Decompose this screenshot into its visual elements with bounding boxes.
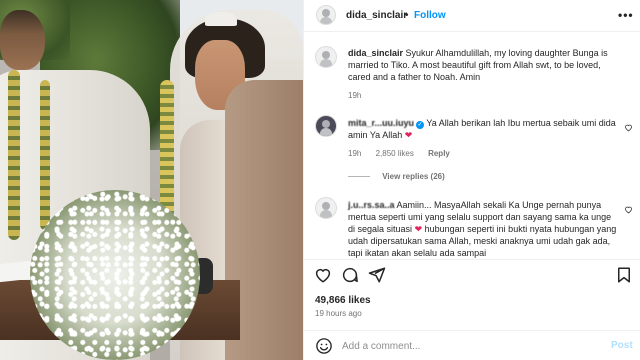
comment-body: mita_r...uu.iuyu ✓ Ya Allah berikan lah I…: [348, 117, 620, 141]
likes-count[interactable]: 49,866 likes: [315, 295, 371, 306]
photo-groom-garland: [8, 70, 20, 240]
share-icon[interactable]: [368, 266, 386, 284]
bookmark-icon[interactable]: [615, 266, 633, 284]
view-replies-button[interactable]: View replies (26): [348, 172, 445, 181]
post-panel: dida_sinclair • Follow ••• dida_sinclair…: [303, 0, 640, 360]
emoji-icon[interactable]: [315, 337, 333, 355]
like-comment-heart-icon[interactable]: [624, 205, 633, 214]
caption-body: dida_sinclair Syukur Alhamdulillah, my l…: [348, 47, 624, 83]
post-header: dida_sinclair • Follow •••: [304, 0, 640, 32]
action-bar: [304, 259, 640, 289]
caption-avatar[interactable]: [315, 46, 337, 68]
more-options-icon[interactable]: •••: [618, 8, 634, 22]
verified-badge-icon: ✓: [416, 121, 425, 129]
caption-meta: 19h: [348, 91, 373, 100]
comment-icon[interactable]: [341, 266, 359, 284]
photo-babys-breath-bouquet: [30, 190, 200, 360]
avatar[interactable]: [316, 5, 336, 25]
post-photo[interactable]: [0, 0, 303, 360]
add-comment-input[interactable]: [342, 337, 592, 355]
comment-username[interactable]: j.u..rs.sa..a: [348, 200, 395, 210]
comment-likes[interactable]: 2,850 likes: [376, 149, 414, 158]
comment-avatar[interactable]: [315, 115, 337, 137]
header-username[interactable]: dida_sinclair: [346, 10, 407, 21]
comment-meta: 19h 2,850 likes Reply: [348, 149, 462, 158]
post-comment-button[interactable]: Post: [611, 340, 633, 351]
photo-jasmine-garland: [160, 80, 174, 220]
comment-avatar[interactable]: [315, 197, 337, 219]
photo-tiara: [205, 12, 237, 26]
photo-groom-head: [0, 10, 45, 70]
comment-username[interactable]: mita_r...uu.iuyu: [348, 118, 414, 128]
reply-button[interactable]: Reply: [428, 149, 450, 158]
caption-username[interactable]: dida_sinclair: [348, 48, 403, 58]
caption-time: 19h: [348, 91, 362, 100]
add-comment-bar: Post: [304, 330, 640, 360]
view-replies-label: View replies (26): [382, 172, 445, 181]
red-heart-emoji: ❤: [414, 224, 423, 234]
comment-body: j.u..rs.sa..a Aamiin... MasyaAllah sekal…: [348, 199, 620, 258]
like-comment-heart-icon[interactable]: [624, 123, 633, 132]
post-timestamp: 19 hours ago: [315, 309, 362, 318]
heart-icon[interactable]: [314, 266, 332, 284]
red-heart-emoji: ❤: [404, 130, 413, 140]
photo-groom-garland-2: [40, 80, 50, 230]
comment-time: 19h: [348, 149, 362, 158]
follow-button[interactable]: Follow: [414, 10, 446, 21]
header-separator: •: [405, 10, 409, 21]
comments-list[interactable]: dida_sinclair Syukur Alhamdulillah, my l…: [304, 33, 640, 258]
